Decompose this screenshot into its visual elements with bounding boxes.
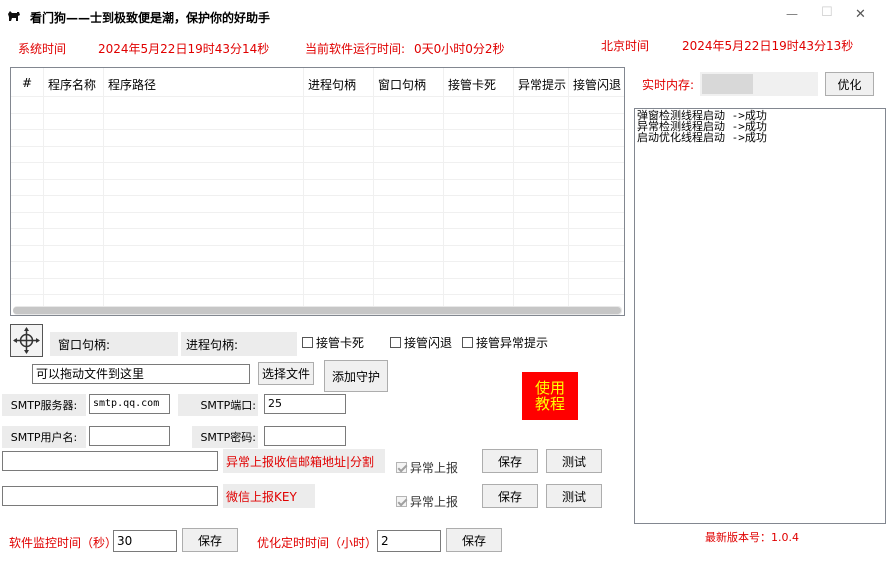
checkbox-box[interactable] <box>462 337 473 348</box>
memory-label: 实时内存: <box>642 78 695 92</box>
tutorial-label-line1: 使用 <box>534 379 565 397</box>
takeover-error-checkbox[interactable]: 接管异常提示 <box>462 334 548 351</box>
column-header[interactable]: 接管卡死 <box>448 76 496 93</box>
email-test-button[interactable]: 测试 <box>546 449 602 473</box>
takeover-freeze-checkbox[interactable]: 接管卡死 <box>302 334 364 351</box>
email-report-checkbox[interactable]: 异常上报 <box>396 459 458 476</box>
checkbox-label: 接管闪退 <box>404 336 453 350</box>
system-time-label: 系统时间 <box>18 42 67 56</box>
column-header[interactable]: # <box>11 76 43 90</box>
smtp-password-input[interactable] <box>264 426 346 446</box>
optimize-time-label: 优化定时时间（小时） <box>257 536 378 550</box>
checkbox-box[interactable] <box>390 337 401 348</box>
select-file-button[interactable]: 选择文件 <box>258 362 314 385</box>
checkbox-label: 接管卡死 <box>316 336 365 350</box>
window-title: 看门狗——士到极致便是潮，保护你的好助手 <box>30 11 271 25</box>
runtime-label: 当前软件运行时间: <box>305 42 406 56</box>
monitor-save-button[interactable]: 保存 <box>182 528 238 552</box>
checkbox-box[interactable] <box>302 337 313 348</box>
optimize-save-button[interactable]: 保存 <box>446 528 502 552</box>
monitor-time-input[interactable]: 30 <box>113 530 177 552</box>
maximize-button[interactable]: ☐ <box>821 5 833 20</box>
crosshair-icon[interactable] <box>10 324 43 357</box>
takeover-crash-checkbox[interactable]: 接管闪退 <box>390 334 452 351</box>
report-wechat-hint: 微信上报KEY <box>223 484 315 508</box>
checkbox-box[interactable] <box>396 462 407 473</box>
smtp-password-label: SMTP密码: <box>192 426 258 448</box>
smtp-port-label: SMTP端口: <box>178 394 258 416</box>
window-handle-label: 窗口句柄: <box>50 332 178 356</box>
report-wechat-input[interactable] <box>2 486 218 506</box>
checkbox-label: 异常上报 <box>410 461 459 475</box>
close-button[interactable]: ✕ <box>855 7 866 22</box>
column-header[interactable]: 进程句柄 <box>308 76 356 93</box>
tutorial-button[interactable]: 使用 教程 <box>522 372 578 420</box>
process-handle-label: 进程句柄: <box>181 332 297 356</box>
monitor-time-label: 软件监控时间（秒） <box>9 536 118 550</box>
email-save-button[interactable]: 保存 <box>482 449 538 473</box>
wechat-test-button[interactable]: 测试 <box>546 484 602 508</box>
scrollbar-thumb[interactable] <box>13 307 621 314</box>
memory-bar <box>700 72 818 96</box>
table-header: # 程序名称 程序路径 进程句柄 窗口句柄 接管卡死 异常提示 接管闪退 <box>11 68 624 96</box>
smtp-user-label: SMTP用户名: <box>2 426 86 448</box>
column-header[interactable]: 异常提示 <box>518 76 566 93</box>
system-time-value: 2024年5月22日19时43分14秒 <box>98 42 270 56</box>
horizontal-scrollbar[interactable] <box>13 306 622 315</box>
beijing-time-label: 北京时间 <box>601 39 650 53</box>
column-header[interactable]: 窗口句柄 <box>378 76 426 93</box>
checkbox-label: 异常上报 <box>410 495 459 509</box>
smtp-port-input[interactable]: 25 <box>264 394 346 414</box>
report-email-hint: 异常上报收信邮箱地址|分割 <box>223 449 385 473</box>
smtp-server-input[interactable]: smtp.qq.com <box>89 394 170 414</box>
column-header[interactable]: 接管闪退 <box>573 76 621 93</box>
runtime-value: 0天0小时0分2秒 <box>414 42 505 56</box>
optimize-button[interactable]: 优化 <box>825 72 874 96</box>
memory-bar-fill <box>702 74 753 94</box>
log-line: 启动优化线程启动 ->成功 <box>637 131 767 144</box>
beijing-time-value: 2024年5月22日19时43分13秒 <box>682 39 854 53</box>
tutorial-label-line2: 教程 <box>534 395 565 413</box>
log-panel[interactable]: 弹窗检测线程启动 ->成功 异常检测线程启动 ->成功 启动优化线程启动 ->成… <box>634 108 886 524</box>
column-header[interactable]: 程序路径 <box>108 76 156 93</box>
report-email-input[interactable] <box>2 451 218 471</box>
add-guard-button[interactable]: 添加守护 <box>324 360 388 392</box>
smtp-user-input[interactable] <box>89 426 170 446</box>
minimize-button[interactable]: — <box>786 7 798 21</box>
file-drop-input[interactable]: 可以拖动文件到这里 <box>32 364 250 384</box>
version-label: 最新版本号：1.0.4 <box>705 531 799 544</box>
checkbox-box[interactable] <box>396 496 407 507</box>
column-header[interactable]: 程序名称 <box>48 76 96 93</box>
program-table[interactable]: # 程序名称 程序路径 进程句柄 窗口句柄 接管卡死 异常提示 接管闪退 <box>10 67 625 316</box>
wechat-save-button[interactable]: 保存 <box>482 484 538 508</box>
smtp-server-label: SMTP服务器: <box>2 394 86 416</box>
table-grid <box>11 68 624 306</box>
checkbox-label: 接管异常提示 <box>476 336 549 350</box>
dog-icon <box>6 8 22 24</box>
optimize-time-input[interactable]: 2 <box>377 530 441 552</box>
wechat-report-checkbox[interactable]: 异常上报 <box>396 493 458 510</box>
